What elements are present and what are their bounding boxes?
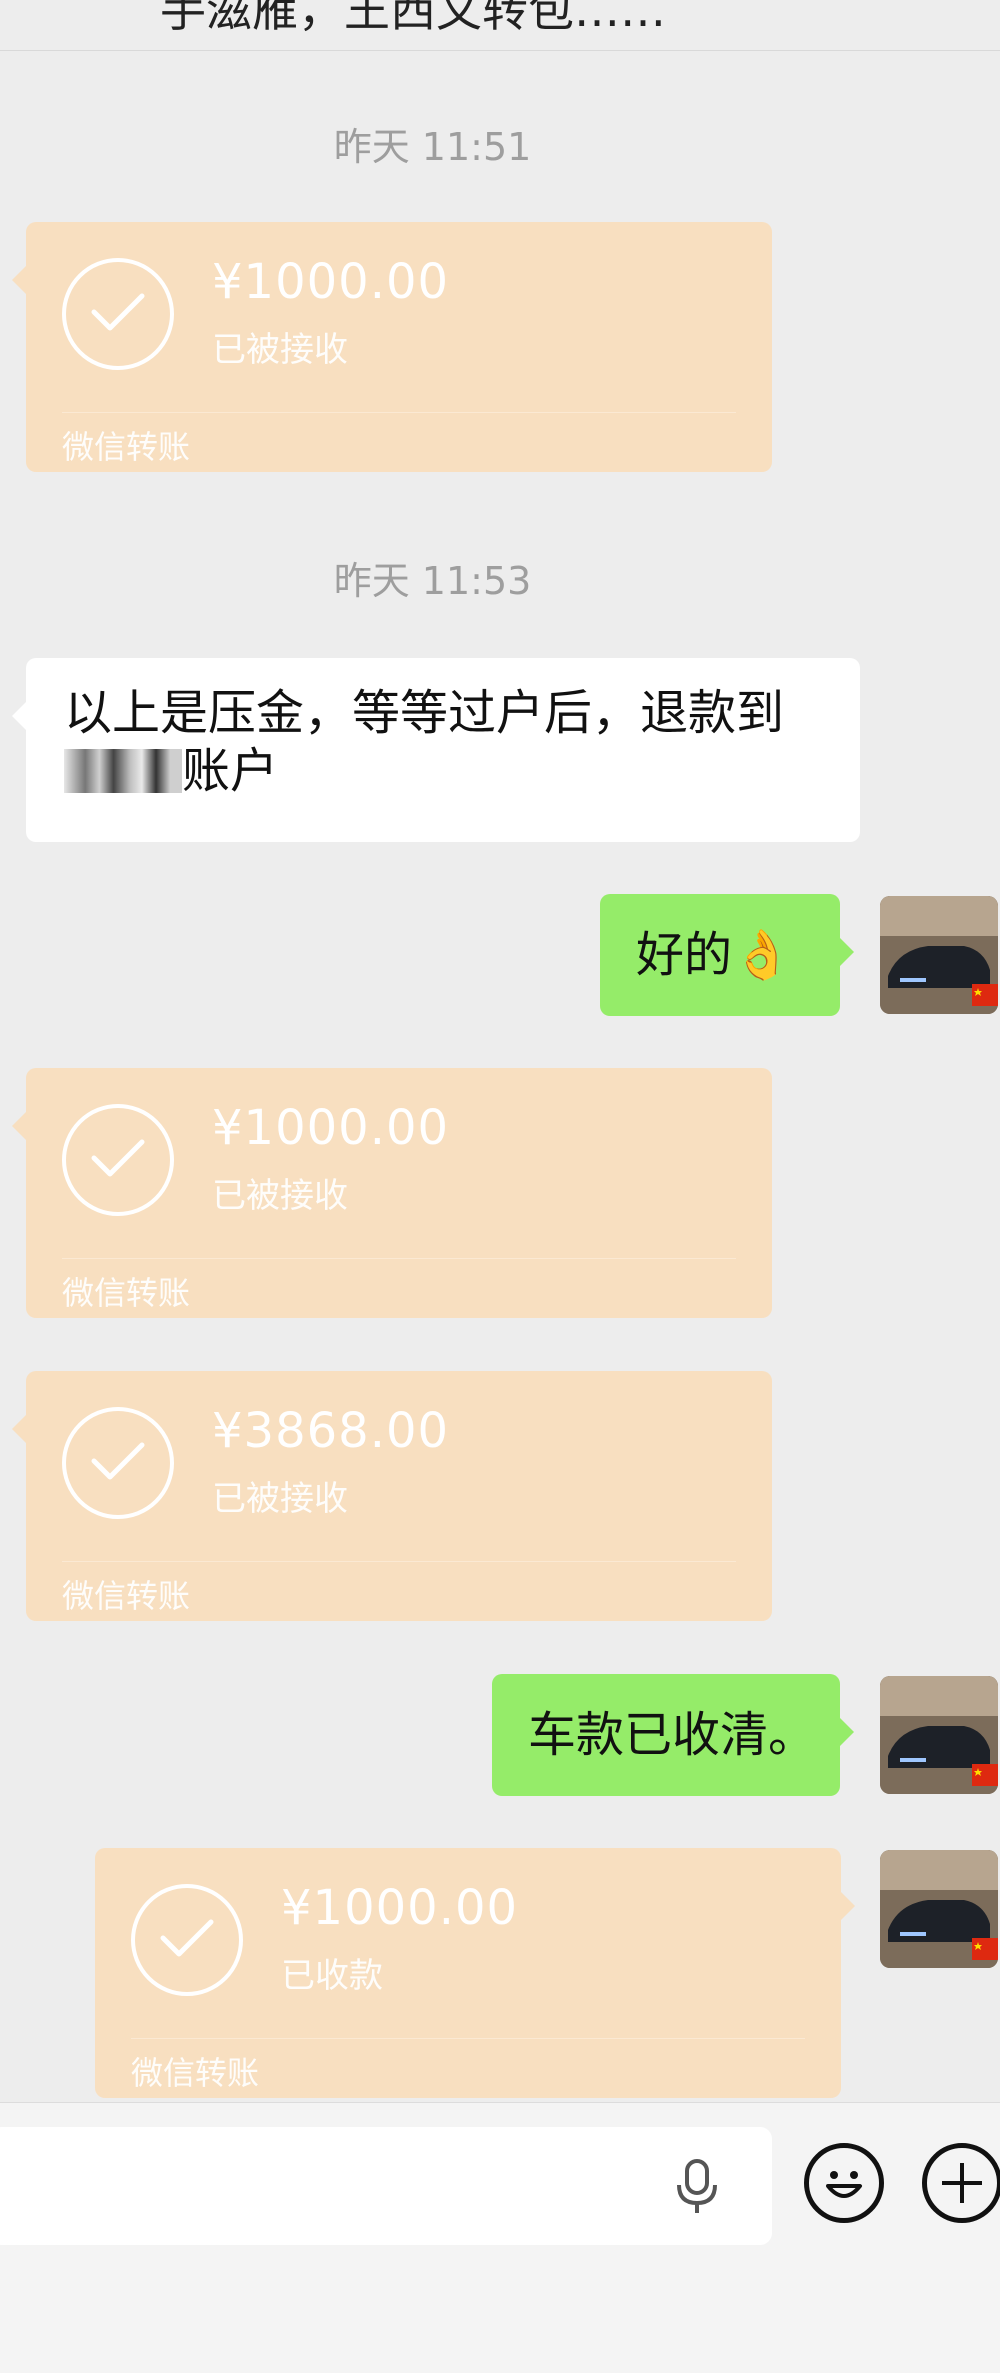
input-bar bbox=[0, 2102, 1000, 2373]
message-bubble[interactable]: 车款已收清。 bbox=[492, 1674, 854, 1796]
message-bubble[interactable]: 以上是压金，等等过户后，退款到 账户 bbox=[12, 658, 860, 842]
check-icon bbox=[62, 258, 174, 370]
message-text: 好的👌 bbox=[636, 927, 792, 983]
avatar[interactable] bbox=[880, 1850, 998, 1968]
transfer-card[interactable]: ¥1000.00 已收款 微信转账 bbox=[95, 1848, 855, 2098]
partial-message-text: 手滋雁，王西文转包…… bbox=[160, 0, 666, 37]
transfer-amount: ¥1000.00 bbox=[212, 1100, 450, 1156]
message-bubble[interactable]: 好的👌 bbox=[600, 894, 854, 1016]
transfer-status: 已被接收 bbox=[212, 1479, 348, 1519]
check-icon bbox=[131, 1884, 243, 1996]
transfer-status: 已收款 bbox=[281, 1956, 383, 1996]
transfer-label: 微信转账 bbox=[62, 428, 191, 466]
check-icon bbox=[62, 1407, 174, 1519]
message-text: 账户 bbox=[182, 743, 279, 799]
transfer-card[interactable]: ¥3868.00 已被接收 微信转账 bbox=[12, 1371, 772, 1621]
transfer-amount: ¥1000.00 bbox=[212, 254, 450, 310]
transfer-amount: ¥3868.00 bbox=[212, 1403, 450, 1459]
transfer-label: 微信转账 bbox=[62, 1274, 191, 1312]
message-input[interactable] bbox=[0, 2127, 772, 2245]
emoji-icon[interactable] bbox=[804, 2143, 884, 2223]
check-icon bbox=[62, 1104, 174, 1216]
timestamp: 昨天 11:51 bbox=[333, 125, 532, 169]
avatar[interactable] bbox=[880, 1676, 998, 1794]
message-text: 以上是压金，等等过户后，退款到 bbox=[64, 685, 785, 741]
message-text: 车款已收清。 bbox=[528, 1707, 817, 1763]
transfer-label: 微信转账 bbox=[62, 1577, 191, 1615]
partial-previous-message: 手滋雁，王西文转包…… bbox=[0, 0, 1000, 51]
transfer-amount: ¥1000.00 bbox=[281, 1880, 519, 1936]
avatar[interactable] bbox=[880, 896, 998, 1014]
transfer-label: 微信转账 bbox=[131, 2054, 260, 2092]
microphone-icon[interactable] bbox=[672, 2157, 722, 2215]
timestamp: 昨天 11:53 bbox=[333, 559, 532, 603]
plus-icon[interactable] bbox=[922, 2143, 1000, 2223]
transfer-status: 已被接收 bbox=[212, 1176, 348, 1216]
redacted-name bbox=[64, 749, 182, 793]
transfer-card[interactable]: ¥1000.00 已被接收 微信转账 bbox=[12, 1068, 772, 1318]
transfer-status: 已被接收 bbox=[212, 330, 348, 370]
transfer-card[interactable]: ¥1000.00 已被接收 微信转账 bbox=[12, 222, 772, 472]
